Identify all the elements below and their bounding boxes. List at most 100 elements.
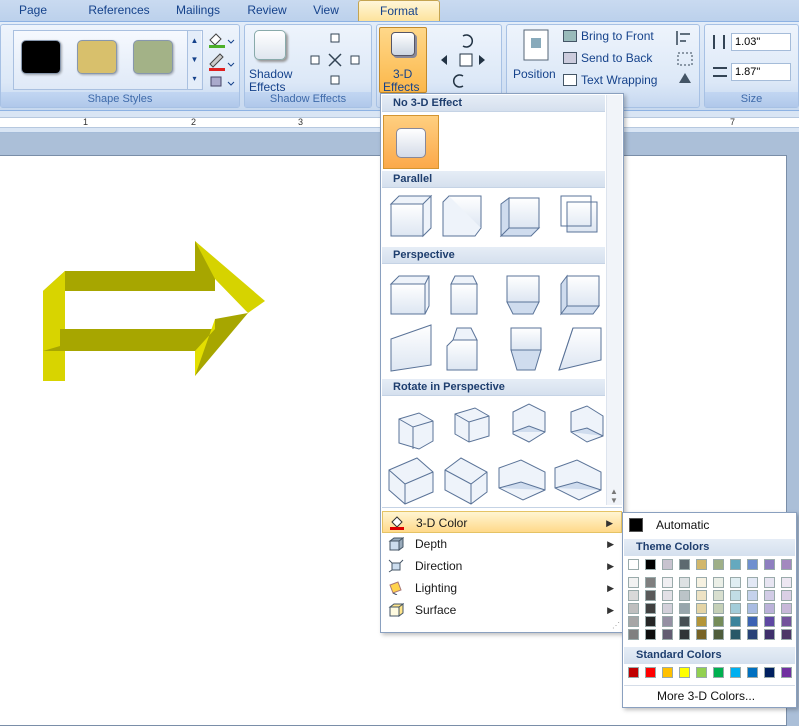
shadow-effects-icon[interactable] xyxy=(254,30,286,60)
color-swatch[interactable] xyxy=(764,667,775,678)
color-swatch[interactable] xyxy=(747,616,758,627)
gallery-scroll[interactable]: ▲ ▼ ▾ xyxy=(187,31,201,89)
color-swatch[interactable] xyxy=(747,559,758,570)
tab-review[interactable]: Review xyxy=(240,0,294,21)
text-wrapping-button[interactable]: Text Wrapping xyxy=(581,73,657,87)
position-icon[interactable] xyxy=(521,28,551,62)
color-swatch[interactable] xyxy=(713,577,724,588)
tab-references[interactable]: References xyxy=(82,0,156,21)
tilt-icons[interactable] xyxy=(435,30,501,90)
color-swatch[interactable] xyxy=(747,667,758,678)
color-swatch[interactable] xyxy=(645,590,656,601)
color-swatch[interactable] xyxy=(679,577,690,588)
tab-format[interactable]: Format xyxy=(358,0,440,21)
color-swatch[interactable] xyxy=(679,667,690,678)
color-swatch[interactable] xyxy=(764,603,775,614)
color-swatch[interactable] xyxy=(662,603,673,614)
color-swatch[interactable] xyxy=(696,577,707,588)
shape-fill-icon[interactable] xyxy=(206,30,236,90)
color-swatch[interactable] xyxy=(713,667,724,678)
color-swatch[interactable] xyxy=(628,577,639,588)
color-swatch[interactable] xyxy=(628,603,639,614)
color-swatch[interactable] xyxy=(747,577,758,588)
color-swatch[interactable] xyxy=(764,616,775,627)
color-swatch[interactable] xyxy=(645,603,656,614)
color-swatch[interactable] xyxy=(781,629,792,640)
menu-item-lighting[interactable]: Lighting ▶ xyxy=(382,577,622,599)
menu-item-depth[interactable]: Depth ▶ xyxy=(382,533,622,555)
automatic-swatch[interactable] xyxy=(629,518,643,532)
color-swatch[interactable] xyxy=(764,590,775,601)
color-swatch[interactable] xyxy=(679,616,690,627)
automatic-option[interactable]: Automatic xyxy=(656,518,709,532)
color-swatch[interactable] xyxy=(781,616,792,627)
color-swatch[interactable] xyxy=(764,577,775,588)
color-swatch[interactable] xyxy=(628,559,639,570)
color-swatch[interactable] xyxy=(679,629,690,640)
menu-item-3d-color[interactable]: 3-D Color ▶ xyxy=(382,511,622,533)
color-swatch[interactable] xyxy=(645,629,656,640)
color-swatch[interactable] xyxy=(696,603,707,614)
send-to-back-button[interactable]: Send to Back xyxy=(581,51,652,65)
tab-view[interactable]: View xyxy=(304,0,348,21)
color-swatch[interactable] xyxy=(662,577,673,588)
color-swatch[interactable] xyxy=(781,603,792,614)
menu-item-direction[interactable]: Direction ▶ xyxy=(382,555,622,577)
menu-scrollbar[interactable]: ▲ ▼ xyxy=(606,95,622,505)
color-swatch[interactable] xyxy=(764,629,775,640)
color-swatch[interactable] xyxy=(730,629,741,640)
shape-style-gold[interactable] xyxy=(77,40,117,74)
color-swatch[interactable] xyxy=(713,629,724,640)
color-swatch[interactable] xyxy=(645,559,656,570)
color-swatch[interactable] xyxy=(628,590,639,601)
color-swatch[interactable] xyxy=(662,629,673,640)
width-input[interactable]: 1.87" xyxy=(731,63,791,81)
color-swatch[interactable] xyxy=(696,667,707,678)
menu-item-surface[interactable]: Surface ▶ xyxy=(382,599,622,621)
color-swatch[interactable] xyxy=(713,603,724,614)
color-swatch[interactable] xyxy=(696,629,707,640)
color-swatch[interactable] xyxy=(679,559,690,570)
color-swatch[interactable] xyxy=(662,559,673,570)
shadow-effects-button[interactable]: Shadow xyxy=(249,67,292,81)
color-swatch[interactable] xyxy=(662,667,673,678)
color-swatch[interactable] xyxy=(764,559,775,570)
tab-page-layout[interactable]: Page Layout xyxy=(0,0,66,38)
bring-to-front-button[interactable]: Bring to Front xyxy=(581,29,654,43)
color-swatch[interactable] xyxy=(679,603,690,614)
shape-style-green[interactable] xyxy=(133,40,173,74)
color-swatch[interactable] xyxy=(730,603,741,614)
color-swatch[interactable] xyxy=(713,616,724,627)
color-swatch[interactable] xyxy=(730,577,741,588)
color-swatch[interactable] xyxy=(747,590,758,601)
shape-style-black[interactable] xyxy=(21,40,61,74)
three-d-style-gallery[interactable] xyxy=(381,94,605,514)
color-swatch[interactable] xyxy=(696,559,707,570)
color-swatch[interactable] xyxy=(747,603,758,614)
color-swatch[interactable] xyxy=(645,616,656,627)
color-swatch[interactable] xyxy=(730,616,741,627)
color-swatch[interactable] xyxy=(696,616,707,627)
color-swatch[interactable] xyxy=(781,590,792,601)
color-swatch[interactable] xyxy=(781,559,792,570)
align-group-rotate-icons[interactable] xyxy=(673,29,699,89)
three-d-arrow-shape[interactable] xyxy=(40,241,270,381)
color-swatch[interactable] xyxy=(662,616,673,627)
color-swatch[interactable] xyxy=(730,667,741,678)
color-swatch[interactable] xyxy=(679,590,690,601)
more-3d-colors-option[interactable]: More 3-D Colors... xyxy=(657,689,755,703)
resize-grip-icon[interactable]: ⋰ xyxy=(612,621,620,630)
color-swatch[interactable] xyxy=(747,629,758,640)
color-swatch[interactable] xyxy=(730,559,741,570)
color-swatch[interactable] xyxy=(781,667,792,678)
color-swatch[interactable] xyxy=(730,590,741,601)
color-swatch[interactable] xyxy=(662,590,673,601)
color-swatch[interactable] xyxy=(713,559,724,570)
color-swatch[interactable] xyxy=(645,577,656,588)
color-swatch[interactable] xyxy=(781,577,792,588)
color-swatch[interactable] xyxy=(696,590,707,601)
color-swatch[interactable] xyxy=(628,629,639,640)
color-swatch[interactable] xyxy=(628,616,639,627)
nudge-shadow-icons[interactable] xyxy=(305,30,365,90)
height-input[interactable]: 1.03" xyxy=(731,33,791,51)
